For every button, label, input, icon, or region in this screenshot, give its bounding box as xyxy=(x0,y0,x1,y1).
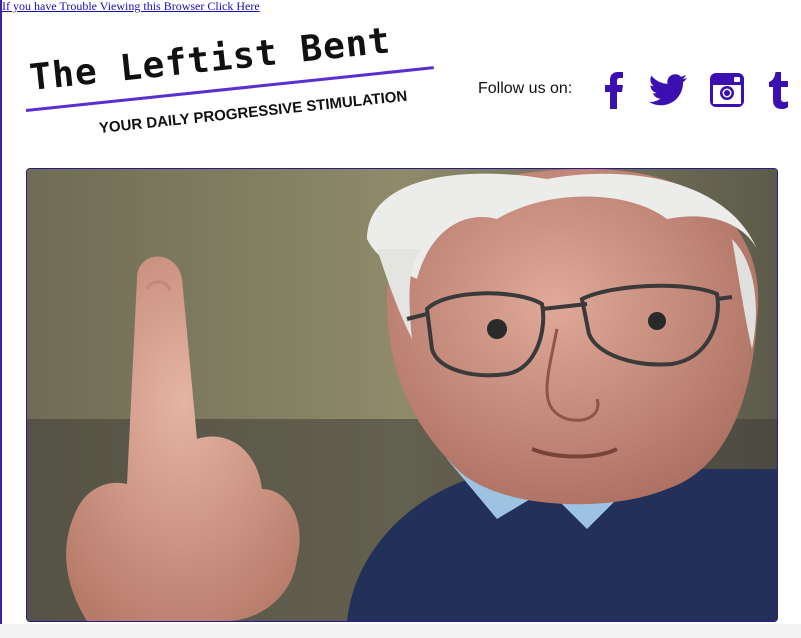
logo-tagline: YOUR DAILY PROGRESSIVE STIMULATION xyxy=(98,87,409,137)
follow-us-label: Follow us on: xyxy=(478,80,573,97)
bottom-strip xyxy=(0,624,801,638)
left-frame-border xyxy=(0,0,2,638)
site-logo[interactable]: The Leftist Bent YOUR DAILY PROGRESSIVE … xyxy=(22,20,452,164)
logo-title: The Leftist Bent xyxy=(27,20,393,100)
hero-photo[interactable] xyxy=(26,168,778,622)
facebook-icon[interactable] xyxy=(602,70,626,110)
instagram-icon[interactable] xyxy=(709,70,745,110)
twitter-icon[interactable] xyxy=(648,70,688,110)
hero-photo-illustration xyxy=(27,169,777,621)
view-in-browser-link[interactable]: If you have Trouble Viewing this Browser… xyxy=(2,0,260,13)
tumblr-icon[interactable] xyxy=(767,70,791,110)
